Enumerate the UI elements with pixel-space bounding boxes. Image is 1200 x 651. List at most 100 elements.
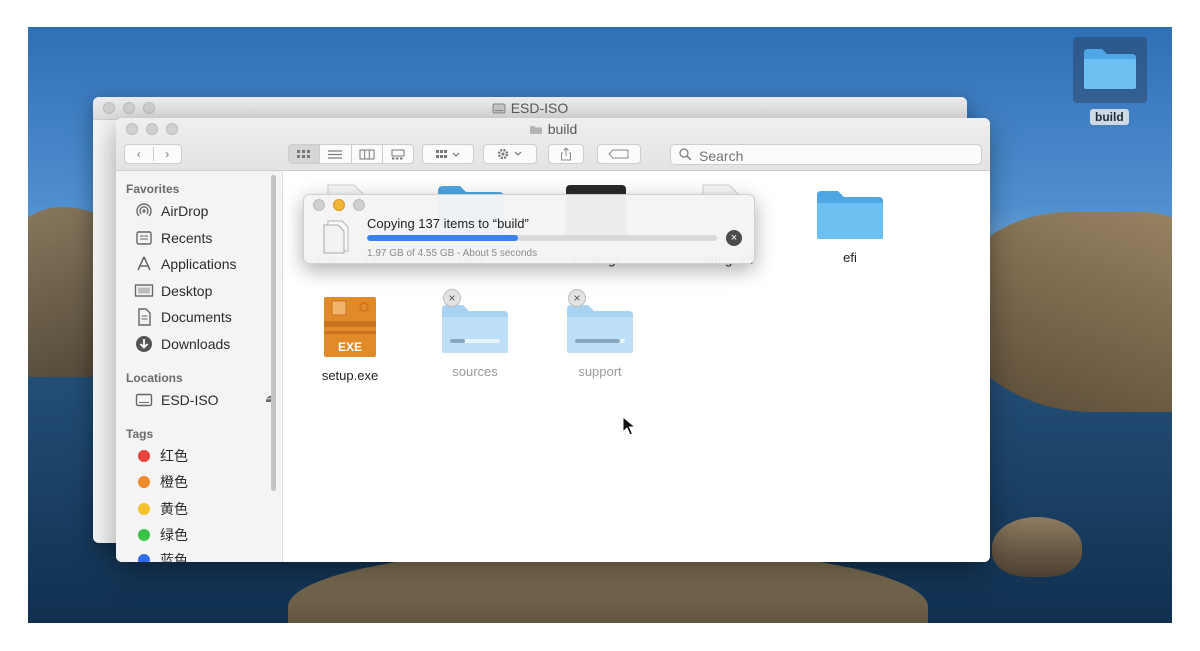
view-switcher: [288, 144, 414, 164]
window-title: build: [116, 121, 990, 137]
sidebar-item-esd-iso[interactable]: ESD-ISO ⏏: [134, 389, 275, 411]
action-menu-button[interactable]: [483, 144, 537, 164]
copy-message: Copying 137 items to “build”: [367, 216, 529, 231]
sidebar-item-label: Recents: [161, 230, 213, 246]
sidebar: Favorites AirDrop Recents Applications D…: [116, 171, 283, 562]
mouse-cursor-icon: [622, 416, 636, 436]
back-button[interactable]: ‹: [125, 147, 153, 161]
group-icon: [436, 149, 460, 158]
tag-icon: [608, 149, 629, 159]
column-view-icon: [359, 149, 375, 159]
tag-color-dot: [138, 529, 150, 541]
copy-progress-bar-fill: [367, 235, 518, 241]
window-title-text: build: [547, 121, 578, 137]
search-icon: [679, 148, 692, 161]
sidebar-item-documents[interactable]: Documents: [134, 306, 232, 328]
copy-progress-fill: [575, 339, 620, 343]
folder-copying-icon: [567, 305, 633, 353]
sidebar-item-label: 红色: [160, 448, 188, 464]
sidebar-tag-blue[interactable]: 蓝色: [134, 549, 188, 562]
copy-progress-bar: [367, 235, 717, 241]
recents-icon: [134, 228, 154, 248]
desktop-folder-build[interactable]: [1073, 37, 1147, 103]
exe-file-icon: EXE: [324, 297, 376, 357]
nav-buttons: ‹ ›: [124, 144, 182, 164]
sidebar-item-label: ESD-ISO: [161, 392, 219, 408]
list-view-button[interactable]: [319, 145, 350, 163]
window-controls: [313, 199, 365, 211]
sidebar-item-label: Applications: [161, 256, 237, 272]
airdrop-icon: [134, 201, 154, 221]
file-name: sources: [452, 364, 498, 379]
folder-icon: [1084, 49, 1136, 89]
sidebar-item-label: 蓝色: [160, 552, 188, 562]
sidebar-item-applications[interactable]: Applications: [134, 253, 237, 275]
file-name: support: [578, 364, 622, 379]
folder-icon: [817, 191, 883, 239]
sidebar-item-label: 绿色: [160, 527, 188, 543]
sidebar-scrollbar[interactable]: [271, 175, 276, 491]
sidebar-tag-green[interactable]: 绿色: [134, 524, 188, 546]
close-button[interactable]: [313, 199, 325, 211]
tag-button[interactable]: [597, 144, 641, 164]
sidebar-header-tags: Tags: [126, 427, 154, 441]
sidebar-item-label: 橙色: [160, 474, 188, 490]
window-toolbar[interactable]: build ‹ ›: [116, 118, 990, 171]
cancel-copy-icon[interactable]: ×: [568, 289, 586, 307]
share-icon: [561, 147, 571, 161]
file-item-sources[interactable]: × sources: [420, 289, 530, 379]
desktop-icon: [134, 281, 154, 301]
file-item-support[interactable]: × support: [545, 289, 655, 379]
exe-badge: EXE: [338, 340, 362, 354]
tag-color-dot: [138, 476, 150, 488]
forward-button[interactable]: ›: [152, 147, 182, 161]
group-by-button[interactable]: [422, 144, 474, 164]
downloads-icon: [134, 334, 154, 354]
sidebar-tag-red[interactable]: 红色: [134, 445, 188, 467]
sidebar-item-desktop[interactable]: Desktop: [134, 280, 212, 302]
file-name: efi: [843, 250, 857, 265]
zoom-button[interactable]: [353, 199, 365, 211]
share-button[interactable]: [548, 144, 584, 164]
desktop-wallpaper-rock: [992, 517, 1082, 577]
search-field[interactable]: [670, 144, 982, 165]
sidebar-item-label: Desktop: [161, 283, 213, 299]
list-view-icon: [328, 149, 343, 159]
desktop-folder-label[interactable]: build: [1090, 109, 1129, 125]
folder-copying-icon: [442, 305, 508, 353]
sidebar-tag-yellow[interactable]: 黄色: [134, 498, 188, 520]
copy-documents-icon: [323, 220, 349, 254]
cancel-copy-icon[interactable]: ×: [443, 289, 461, 307]
icon-view-icon: [297, 149, 311, 158]
tag-color-dot: [138, 503, 150, 515]
sidebar-item-label: Documents: [161, 309, 232, 325]
gallery-view-button[interactable]: [381, 145, 413, 163]
window-title: ESD-ISO: [93, 100, 967, 116]
stop-copy-button[interactable]: ×: [726, 230, 742, 246]
window-title-text: ESD-ISO: [510, 100, 569, 116]
sidebar-header-favorites: Favorites: [126, 182, 180, 196]
finder-window-build[interactable]: build ‹ › Search Favorites AirDrop Recen…: [116, 118, 990, 562]
gallery-view-icon: [391, 149, 405, 159]
copy-progress-fill: [450, 339, 465, 343]
minimize-button[interactable]: [333, 199, 345, 211]
file-name: setup.exe: [321, 368, 379, 383]
sidebar-item-label: AirDrop: [161, 203, 209, 219]
window-titlebar[interactable]: ESD-ISO: [93, 97, 967, 120]
sidebar-item-label: 黄色: [160, 501, 188, 517]
search-input[interactable]: [697, 146, 971, 165]
sidebar-item-recents[interactable]: Recents: [134, 227, 212, 249]
sidebar-item-airdrop[interactable]: AirDrop: [134, 200, 208, 222]
icon-view-button[interactable]: [289, 145, 320, 163]
file-item-setup-exe[interactable]: EXE setup.exe: [295, 295, 405, 383]
copy-progress-dialog[interactable]: Copying 137 items to “build” × 1.97 GB o…: [303, 194, 755, 264]
tag-color-dot: [138, 554, 150, 562]
sidebar-item-downloads[interactable]: Downloads: [134, 333, 230, 355]
sidebar-tag-orange[interactable]: 橙色: [134, 471, 188, 493]
file-item-efi[interactable]: efi: [795, 189, 905, 265]
column-view-button[interactable]: [350, 145, 382, 163]
gear-icon: [497, 148, 522, 160]
sidebar-item-label: Downloads: [161, 336, 231, 352]
folder-icon: [529, 126, 542, 134]
copy-status: 1.97 GB of 4.55 GB - About 5 seconds: [367, 248, 538, 259]
